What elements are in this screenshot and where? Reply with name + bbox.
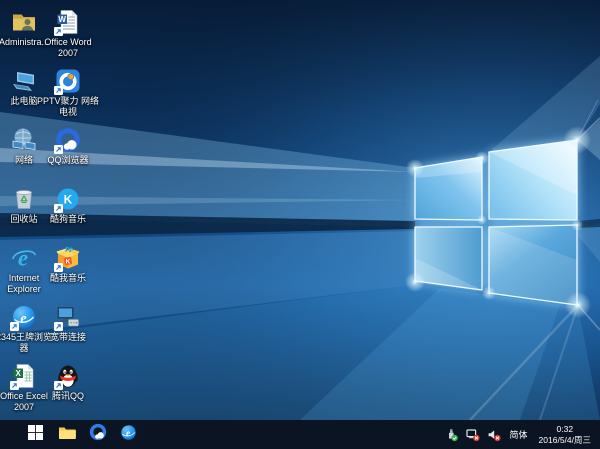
desktop-icon-label: QQ浏览器 [37, 155, 99, 166]
shortcut-arrow-icon [10, 381, 19, 390]
start-button[interactable] [20, 420, 51, 449]
kuwo-music-icon: K [55, 245, 81, 271]
shortcut-arrow-icon [10, 322, 19, 331]
clock-date: 2016/5/4/周三 [539, 435, 591, 446]
desktop-icon-label: PPTV聚力 网络电视 [37, 96, 99, 117]
excel-document-icon: X [11, 363, 37, 389]
shortcut-arrow-icon [54, 322, 63, 331]
desktop-icon-label: 宽带连接 [37, 332, 99, 343]
file-explorer-icon [58, 425, 76, 445]
windows-desktop: Administra... W Office Word 200 [0, 0, 600, 449]
svg-text:e: e [20, 312, 26, 327]
desktop-icon-broadband[interactable]: 宽带连接 [46, 304, 90, 343]
shortcut-arrow-icon [54, 381, 63, 390]
svg-text:e: e [126, 428, 130, 438]
internet-explorer-icon: e [11, 245, 37, 271]
desktop-icon-kugou-music[interactable]: K 酷狗音乐 [46, 186, 90, 225]
system-tray: 简体 0:32 2016/5/4/周三 [445, 420, 600, 449]
network-disconnected-icon[interactable] [466, 427, 481, 442]
desktop-icon-kuwo-music[interactable]: K 酷我音乐 [46, 245, 90, 284]
taskbar-file-explorer-button[interactable] [51, 420, 82, 449]
desktop-icon-label: 酷我音乐 [37, 273, 99, 284]
shortcut-arrow-icon [54, 86, 63, 95]
2345-browser-icon: e [11, 304, 37, 330]
word-document-icon: W [55, 9, 81, 35]
svg-text:W: W [58, 15, 66, 24]
taskbar-2345-browser-button[interactable]: e [113, 420, 144, 449]
kugou-music-icon: K [55, 186, 81, 212]
pptv-icon [55, 68, 81, 94]
desktop-area[interactable]: Administra... W Office Word 200 [0, 0, 600, 420]
clock-time: 0:32 [539, 424, 591, 435]
desktop-icon-office-excel[interactable]: X Office Excel 2007 [2, 363, 46, 412]
volume-muted-icon[interactable] [487, 427, 502, 442]
user-folder-icon [11, 9, 37, 35]
desktop-icon-office-word[interactable]: W Office Word 2007 [46, 9, 90, 58]
usb-safely-remove-icon[interactable] [445, 427, 460, 442]
shortcut-arrow-icon [54, 27, 63, 36]
windows-hero-wallpaper [0, 0, 600, 420]
svg-text:K: K [66, 259, 71, 266]
input-method-indicator[interactable]: 简体 [508, 428, 530, 441]
windows-logo-icon [28, 425, 43, 445]
desktop-icon-internet-explorer[interactable]: e Internet Explorer [2, 245, 46, 294]
broadband-connection-icon [55, 304, 81, 330]
taskbar-clock[interactable]: 0:32 2016/5/4/周三 [536, 424, 594, 445]
this-pc-icon [11, 68, 37, 94]
desktop-icon-label: Office Word 2007 [37, 37, 99, 58]
desktop-icon-label: 酷狗音乐 [37, 214, 99, 225]
tencent-qq-icon [55, 363, 81, 389]
desktop-icon-qq-browser[interactable]: QQ浏览器 [46, 127, 90, 166]
qq-browser-icon [55, 127, 81, 153]
svg-text:K: K [64, 193, 73, 207]
network-icon [11, 127, 37, 153]
desktop-icon-label: 腾讯QQ [37, 391, 99, 402]
svg-text:e: e [18, 246, 28, 271]
shortcut-arrow-icon [54, 204, 63, 213]
svg-text:X: X [16, 369, 22, 378]
2345-browser-icon: e [120, 424, 137, 446]
taskbar: e [0, 420, 600, 449]
taskbar-qq-browser-button[interactable] [82, 420, 113, 449]
shortcut-arrow-icon [54, 145, 63, 154]
desktop-icon-tencent-qq[interactable]: 腾讯QQ [46, 363, 90, 402]
desktop-icon-2345-browser[interactable]: e 2345王牌浏览器 [2, 304, 46, 353]
shortcut-arrow-icon [54, 263, 63, 272]
qq-browser-icon [89, 423, 107, 446]
recycle-bin-icon [11, 186, 37, 212]
desktop-icon-pptv[interactable]: PPTV聚力 网络电视 [46, 68, 90, 117]
